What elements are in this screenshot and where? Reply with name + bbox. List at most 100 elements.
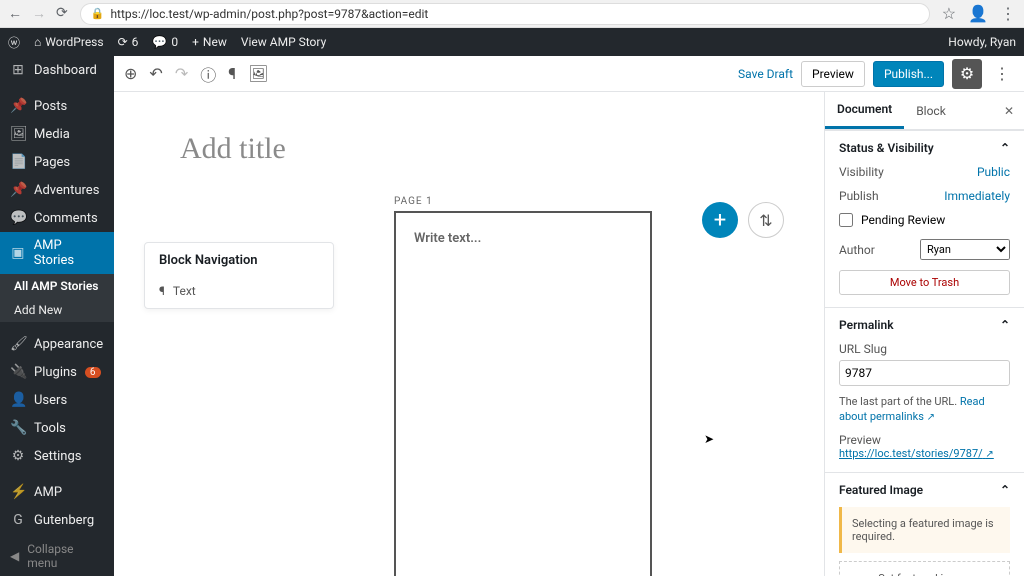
wrench-icon: 🔧 [10, 420, 26, 436]
wp-logo[interactable]: ⓦ [8, 34, 20, 51]
add-block-icon[interactable]: ⊕ [124, 64, 137, 83]
reorder-button[interactable]: ⇅ [748, 202, 784, 238]
publish-value[interactable]: Immediately [944, 189, 1010, 203]
preview-label: Preview [839, 433, 1010, 447]
info-icon[interactable]: ⓘ [200, 62, 216, 86]
preview-url-link[interactable]: https://loc.test/stories/9787/ ↗ [839, 447, 1010, 460]
trash-button[interactable]: Move to Trash [839, 270, 1010, 295]
pending-checkbox[interactable] [839, 213, 853, 227]
sidebar-item-gutenberg[interactable]: GGutenberg [0, 506, 114, 534]
redo-icon[interactable]: ↷ [175, 64, 188, 83]
page-frame[interactable]: Write text... [394, 211, 652, 576]
sidebar-item-media[interactable]: 🖼Media [0, 120, 114, 148]
story-icon: ▣ [10, 245, 26, 261]
sidebar-item-plugins[interactable]: 🔌Plugins 6 [0, 358, 114, 386]
media-icon: 🖼 [10, 126, 26, 142]
close-inspector-icon[interactable]: ✕ [994, 104, 1024, 118]
chevron-up-icon: ⌃ [1000, 318, 1010, 332]
comments-link[interactable]: 💬 0 [152, 35, 178, 49]
editor-toolbar: ⊕ ↶ ↷ ⓘ ¶ 🖼 Save Draft Preview Publish..… [114, 56, 1024, 92]
star-icon[interactable]: ☆ [942, 4, 956, 23]
sidebar-item-amp[interactable]: ⚡AMP [0, 478, 114, 506]
back-icon[interactable]: ← [8, 5, 22, 22]
editor-canvas: Add title Block Navigation ¶ Text PAGE 1… [114, 92, 824, 576]
more-menu-icon[interactable]: ⋮ [990, 64, 1014, 83]
sidebar-item-users[interactable]: 👤Users [0, 386, 114, 414]
forward-icon[interactable]: → [32, 5, 46, 22]
publish-label: Publish [839, 189, 879, 203]
url-text: https://loc.test/wp-admin/post.php?post=… [110, 7, 428, 21]
settings-toggle-button[interactable]: ⚙ [952, 59, 982, 89]
title-input[interactable]: Add title [180, 132, 794, 166]
outline-icon[interactable]: ¶ [228, 64, 236, 83]
visibility-label: Visibility [839, 165, 884, 179]
profile-icon[interactable]: 👤 [968, 4, 988, 23]
slug-label: URL Slug [839, 342, 1010, 356]
site-link[interactable]: ⌂ WordPress [34, 35, 104, 49]
block-nav-item-text[interactable]: ¶ Text [145, 278, 333, 308]
sidebar-item-dashboard[interactable]: ⊞Dashboard [0, 56, 114, 84]
sidebar-item-comments[interactable]: 💬Comments [0, 204, 114, 232]
tab-block[interactable]: Block [904, 94, 958, 128]
save-draft-button[interactable]: Save Draft [738, 67, 793, 81]
sidebar-item-posts[interactable]: 📌Posts [0, 92, 114, 120]
panel-status[interactable]: Status & Visibility ⌃ [825, 130, 1024, 165]
sidebar-subitem-all[interactable]: All AMP Stories [0, 274, 114, 298]
sidebar-item-tools[interactable]: 🔧Tools [0, 414, 114, 442]
pin-icon: 📌 [10, 182, 26, 198]
view-story-link[interactable]: View AMP Story [241, 35, 326, 49]
undo-icon[interactable]: ↶ [149, 64, 162, 83]
set-featured-image-button[interactable]: Set featured image [839, 561, 1010, 576]
external-link-icon: ↗ [927, 412, 935, 423]
new-link[interactable]: + New [192, 35, 227, 49]
admin-sidebar: ⊞Dashboard 📌Posts 🖼Media 📄Pages 📌Adventu… [0, 56, 114, 576]
sidebar-item-settings[interactable]: ⚙Settings [0, 442, 114, 470]
sidebar-item-amp-stories[interactable]: ▣AMP Stories [0, 232, 114, 274]
block-nav-title: Block Navigation [145, 243, 333, 278]
inspector-panel: Document Block ✕ Status & Visibility ⌃ V… [824, 92, 1024, 576]
tab-document[interactable]: Document [825, 92, 904, 129]
sidebar-item-adventures[interactable]: 📌Adventures [0, 176, 114, 204]
gutenberg-icon: G [10, 512, 26, 528]
dashboard-icon: ⊞ [10, 62, 26, 78]
user-icon: 👤 [10, 392, 26, 408]
plugins-badge: 6 [85, 367, 101, 378]
brush-icon: 🖌 [10, 336, 26, 352]
chevron-up-icon: ⌃ [1000, 141, 1010, 155]
text-block-placeholder[interactable]: Write text... [414, 231, 632, 246]
slug-input[interactable] [839, 360, 1010, 386]
pending-label: Pending Review [861, 213, 945, 227]
author-label: Author [839, 243, 875, 257]
external-link-icon: ↗ [985, 449, 993, 460]
author-select[interactable]: Ryan [920, 239, 1010, 260]
publish-button[interactable]: Publish... [873, 61, 944, 87]
chevron-up-icon: ⌃ [1000, 483, 1010, 497]
settings-icon: ⚙ [10, 448, 26, 464]
slug-help: The last part of the URL. Read about per… [839, 394, 1010, 425]
block-navigation-panel: Block Navigation ¶ Text [144, 242, 334, 309]
featured-image-warning: Selecting a featured image is required. [839, 507, 1010, 553]
panel-permalink[interactable]: Permalink ⌃ [825, 307, 1024, 342]
collapse-menu[interactable]: ◀Collapse menu [0, 534, 114, 576]
lock-icon: 🔒 [91, 7, 105, 20]
media-icon[interactable]: 🖼 [248, 64, 268, 83]
pin-icon: 📌 [10, 98, 26, 114]
comment-icon: 💬 [10, 210, 26, 226]
reload-icon[interactable]: ⟳ [56, 5, 68, 22]
updates-link[interactable]: ⟳ 6 [118, 35, 139, 49]
add-page-button[interactable]: + [702, 202, 738, 238]
visibility-value[interactable]: Public [977, 165, 1010, 179]
plug-icon: 🔌 [10, 364, 26, 380]
sidebar-item-pages[interactable]: 📄Pages [0, 148, 114, 176]
browser-menu-icon[interactable]: ⋮ [1000, 4, 1016, 23]
amp-icon: ⚡ [10, 484, 26, 500]
collapse-icon: ◀ [10, 549, 19, 563]
howdy-link[interactable]: Howdy, Ryan [948, 35, 1016, 49]
paragraph-icon: ¶ [159, 284, 165, 298]
sidebar-item-appearance[interactable]: 🖌Appearance [0, 330, 114, 358]
page-icon: 📄 [10, 154, 26, 170]
url-bar[interactable]: 🔒 https://loc.test/wp-admin/post.php?pos… [80, 3, 930, 25]
panel-featured-image[interactable]: Featured Image ⌃ [825, 472, 1024, 507]
preview-button[interactable]: Preview [801, 61, 865, 87]
sidebar-subitem-add-new[interactable]: Add New [0, 298, 114, 322]
